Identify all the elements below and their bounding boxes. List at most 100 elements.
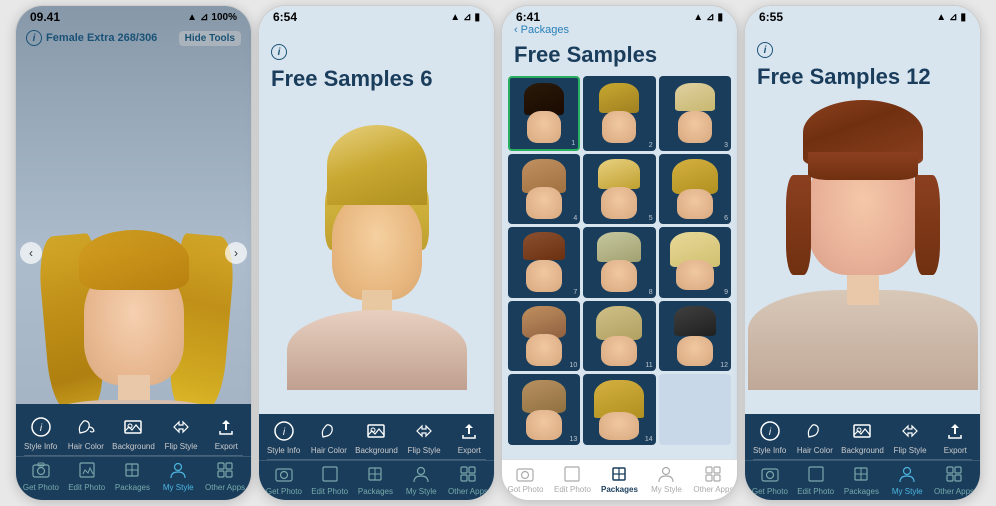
tab-get-photo[interactable]: Get Photo [22,459,60,492]
p4-tab-get-photo[interactable]: Get Photo [751,463,789,496]
phone2-tab-bar: Get Photo Edit Photo Packages [259,460,494,500]
phone1-tab-bar: Get Photo Edit Photo Packages [16,456,251,496]
svg-text:i: i [283,427,286,438]
p4-style-info[interactable]: i Style Info [751,418,789,455]
p3-tab-other-apps[interactable]: Other Apps [693,464,733,494]
tab-other-apps[interactable]: Other Apps [205,459,245,492]
p2-tab-packages[interactable]: Packages [356,463,394,496]
grid-cell-1[interactable]: 1 [508,76,580,151]
p2-tab-other-apps[interactable]: Other Apps [448,463,488,496]
p3-tab-my-style[interactable]: My Style [646,464,686,494]
phone1-background: 09.41 ▲ ⊿ 100% i Female Extra 268/306 Hi… [16,6,251,500]
grid-cell-2[interactable]: 2 [583,76,655,151]
p4-tab-other-apps[interactable]: Other Apps [934,463,974,496]
toolbar-style-info[interactable]: i Style Info [22,414,60,451]
grid-num-9: 9 [724,289,728,296]
grid-cell-10[interactable]: 10 [508,301,580,372]
p4-bangs [808,152,918,180]
p2-tab-get-photo[interactable]: Get Photo [265,463,303,496]
hide-tools-button[interactable]: Hide Tools [179,31,241,46]
info-icon-4[interactable]: i [757,42,773,58]
phone4-title: Free Samples 12 [757,64,968,90]
p4-export[interactable]: Export [936,418,974,455]
status-time-4: 6:55 [759,10,783,24]
p2-export[interactable]: Export [450,418,488,455]
p2-flip-style[interactable]: Flip Style [405,418,443,455]
p2-hair-color[interactable]: Hair Color [310,418,348,455]
next-style-button[interactable]: › [225,242,247,264]
p4-tab-edit-photo[interactable]: Edit Photo [797,463,835,496]
tab-edit-photo[interactable]: Edit Photo [68,459,106,492]
p3-tab-packages-active[interactable]: Packages [599,464,639,494]
grid-cell-6[interactable]: 6 [659,154,731,225]
phone2-title: Free Samples 6 [271,66,482,92]
p3-my-style-label: My Style [651,485,682,494]
toolbar-hair-color[interactable]: Hair Color [67,414,105,451]
p2-edit-photo-icon [319,463,341,485]
p2-packages-icon [364,463,386,485]
hair-color-label: Hair Color [68,442,104,451]
get-photo-icon [30,459,52,481]
p2-background[interactable]: Background [355,418,398,455]
p4-other-apps-icon [943,463,965,485]
status-icons-1: ▲ ⊿ 100% [187,12,237,23]
signal-3: ▲ [693,12,703,23]
tab-packages[interactable]: Packages [113,459,151,492]
p4-flip-style[interactable]: Flip Style [891,418,929,455]
p4-background-label: Background [841,446,884,455]
status-icons-4: ▲ ⊿ ▮ [936,12,966,23]
info-icon[interactable]: i [26,30,42,46]
p2-style-info[interactable]: i Style Info [265,418,303,455]
background-label: Background [112,442,155,451]
grid-cell-7[interactable]: 7 [508,227,580,298]
grid-cell-13[interactable]: 13 [508,374,580,445]
p3-tab-edit-photo[interactable]: Edit Photo [552,464,592,494]
p2-my-style-label: My Style [406,487,437,496]
phone1-toolbar-top: i Style Info Hair Color B [16,410,251,455]
p4-hair-color[interactable]: Hair Color [796,418,834,455]
grid-cell-9[interactable]: 9 [659,227,731,298]
p2-tab-edit-photo[interactable]: Edit Photo [311,463,349,496]
phone1-header-left: i Female Extra 268/306 [26,30,157,46]
info-icon-2[interactable]: i [271,44,287,60]
edit-photo-icon [76,459,98,481]
my-style-icon [167,459,189,481]
grid-cell-11[interactable]: 11 [583,301,655,372]
toolbar-background[interactable]: Background [112,414,155,451]
phone2-person-area [259,74,494,405]
grid-cell-8[interactable]: 8 [583,227,655,298]
other-apps-label: Other Apps [205,483,245,492]
grid-num-5: 5 [649,215,653,222]
p4-packages-label: Packages [844,487,879,496]
signal-4: ▲ [936,12,946,23]
p3-tab-got-photo[interactable]: Got Photo [505,464,545,494]
phone2-background: 6:54 ▲ ⊿ ▮ i Free Samples 6 [259,6,494,500]
grid-cell-3[interactable]: 3 [659,76,731,151]
hair-color-icon [73,414,99,440]
phone2-hair-top [327,125,427,205]
toolbar-flip-style[interactable]: Flip Style [162,414,200,451]
screenshots-container: 09.41 ▲ ⊿ 100% i Female Extra 268/306 Hi… [15,3,981,503]
p4-tab-my-style-active[interactable]: My Style [888,463,926,496]
tab-my-style-active[interactable]: My Style [159,459,197,492]
p4-tab-packages[interactable]: Packages [842,463,880,496]
grid-cell-14[interactable]: 14 [583,374,655,445]
export-icon [213,414,239,440]
flip-style-label: Flip Style [165,442,198,451]
toolbar-export[interactable]: Export [207,414,245,451]
p4-background[interactable]: Background [841,418,884,455]
wifi-icon: ⊿ [200,12,208,23]
prev-style-button[interactable]: ‹ [20,242,42,264]
flip-style-icon [168,414,194,440]
phone4-toolbar-top: i Style Info Hair Color B [745,414,980,459]
grid-cell-5[interactable]: 5 [583,154,655,225]
p2-tab-my-style[interactable]: My Style [402,463,440,496]
grid-num-12: 12 [720,362,728,369]
p2-my-style-icon [410,463,432,485]
grid-cell-12[interactable]: 12 [659,301,731,372]
grid-cell-4[interactable]: 4 [508,154,580,225]
p3-got-photo-icon [515,464,535,484]
p3-my-style-icon [656,464,676,484]
style-info-icon: i [28,414,54,440]
p4-background-icon [849,418,875,444]
